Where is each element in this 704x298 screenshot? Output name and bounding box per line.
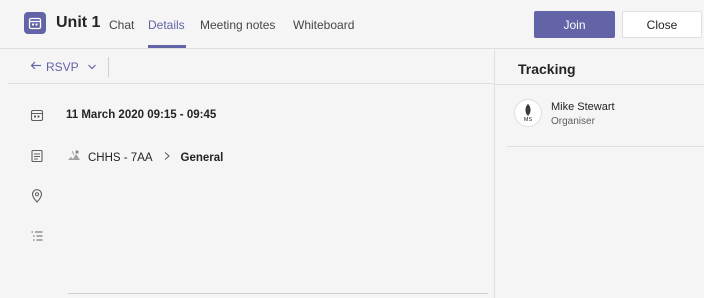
channel-name: General — [180, 151, 224, 164]
channel-icon — [30, 149, 44, 163]
meeting-title: Unit 1 — [56, 14, 101, 31]
active-tab-indicator — [148, 45, 186, 48]
tracking-title: Tracking — [518, 61, 576, 77]
location-icon — [30, 189, 44, 203]
tracking-divider — [495, 84, 704, 85]
join-button[interactable]: Join — [534, 11, 615, 38]
meeting-details-page: Unit 1 Chat Details Meeting notes Whiteb… — [0, 0, 704, 298]
meeting-datetime: 11 March 2020 09:15 - 09:45 — [66, 109, 217, 121]
details-panel: 11 March 2020 09:15 - 09:45 CHHS - 7AA G… — [8, 85, 494, 298]
avatar-initials: MS — [523, 117, 533, 123]
organiser-role: Organiser — [551, 116, 595, 127]
rsvp-label: RSVP — [46, 60, 79, 74]
channel-location[interactable]: CHHS - 7AA General — [66, 149, 223, 166]
meeting-header: Unit 1 Chat Details Meeting notes Whiteb… — [0, 0, 704, 49]
avatar[interactable]: MS — [514, 99, 542, 127]
list-icon — [30, 229, 44, 243]
chevron-right-icon — [163, 151, 171, 164]
calendar-icon — [24, 12, 46, 34]
organiser-name: Mike Stewart — [551, 101, 615, 113]
rsvp-button[interactable]: RSVP — [30, 60, 97, 74]
tracking-panel: Tracking MS Mike Stewart Organiser — [494, 50, 704, 298]
tab-chat[interactable]: Chat — [109, 18, 134, 32]
person-divider — [507, 146, 704, 147]
calendar-icon — [30, 108, 44, 122]
tab-whiteboard[interactable]: Whiteboard — [293, 18, 354, 32]
chevron-down-icon — [87, 60, 97, 74]
details-divider — [68, 293, 488, 294]
reply-arrow-icon — [30, 60, 42, 74]
team-name: CHHS - 7AA — [88, 151, 153, 164]
close-button[interactable]: Close — [622, 11, 702, 38]
details-toolbar: RSVP — [8, 50, 494, 84]
team-icon — [66, 149, 82, 166]
toolbar-divider — [108, 57, 109, 77]
tab-details[interactable]: Details — [148, 18, 185, 32]
tab-meeting-notes[interactable]: Meeting notes — [200, 18, 275, 32]
